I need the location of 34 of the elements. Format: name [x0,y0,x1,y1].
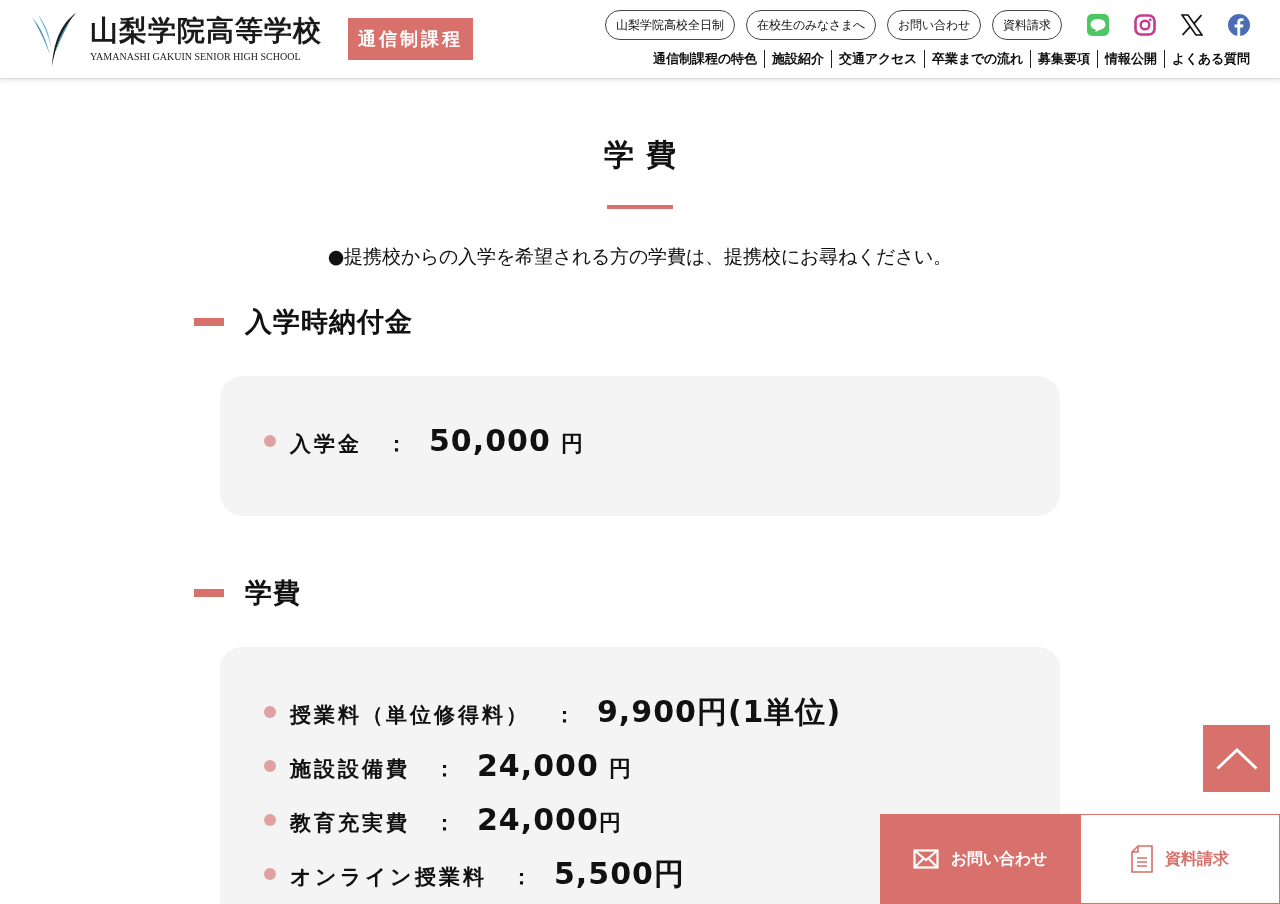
heading-bar-icon [194,589,224,597]
fee-item: 施設設備費 ： 24,000 円 [290,751,631,781]
bullet-dot-icon [264,760,276,772]
fee-item: オンライン授業料 ： 5,500円 [290,859,685,889]
nav-link[interactable]: 卒業までの流れ [932,50,1023,68]
section-heading: 入学時納付金 [245,305,413,339]
fee-item: 入学金 ： 50,000 円 [290,426,583,456]
page-title: 学費 [603,136,688,174]
fee-item: 授業料（単位修得料） ： 9,900円(1単位) [290,697,842,727]
nav-link[interactable]: 情報公開 [1105,50,1157,68]
nav-link[interactable]: 施設紹介 [772,50,824,68]
back-to-top-button[interactable] [1203,725,1270,792]
bullet-dot-icon [264,814,276,826]
bullet-dot-icon [264,435,276,447]
notice-text: ●提携校からの入学を希望される方の学費は、提携校にお尋ねください。 [327,244,953,269]
course-badge: 通信制課程 [348,18,473,60]
nav-link[interactable]: 交通アクセス [839,50,917,68]
camera-icon[interactable] [1134,14,1156,36]
chevron-up-icon [1215,747,1258,770]
school-name: 山梨学院高等学校 [90,14,322,48]
document-icon [1131,845,1153,873]
bullet-dot-icon [264,706,276,718]
heading-bar-icon [194,318,224,326]
fee-item: 教育充実費 ： 24,000円 [290,805,621,835]
bullet-dot-icon [264,868,276,880]
logo-icon [30,11,78,67]
x-logo-icon[interactable] [1181,14,1203,36]
nav-link[interactable]: 募集要項 [1038,50,1090,68]
nav-link[interactable]: 通信制課程の特色 [653,50,757,68]
section-heading: 学費 [245,576,301,610]
school-name-english: YAMANASHI GAKUIN SENIOR HIGH SCHOOL [90,50,302,64]
envelope-icon [913,849,939,869]
nav-link[interactable]: よくある質問 [1172,50,1250,68]
facebook-icon[interactable] [1228,14,1250,36]
